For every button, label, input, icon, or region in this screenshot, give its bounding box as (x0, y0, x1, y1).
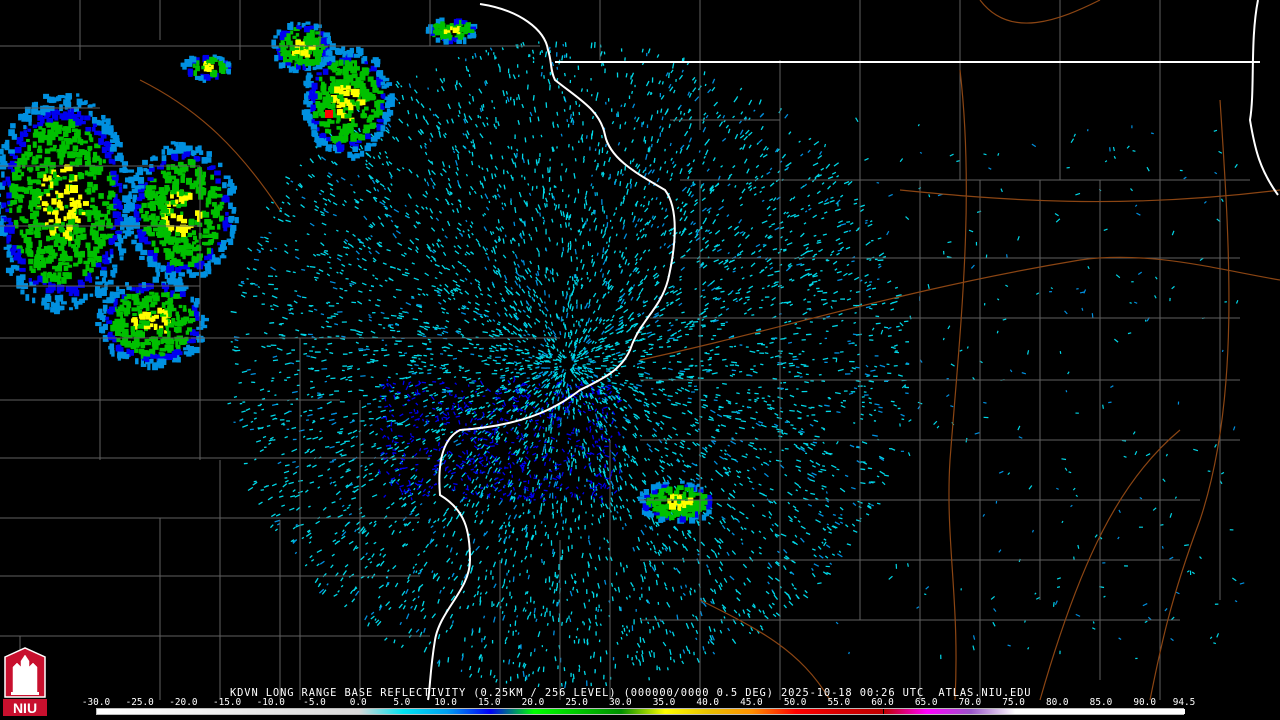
colorbar-tick-label: -15.0 (212, 697, 242, 708)
radar-site-marker (561, 358, 573, 370)
colorbar-tick-label: 45.0 (740, 697, 763, 708)
colorbar-segment (708, 709, 753, 714)
colorbar-tick-label: 5.0 (393, 697, 411, 708)
colorbar-tick-label: 20.0 (521, 697, 545, 708)
colorbar-segment (796, 709, 840, 714)
colorbar-tick-label: -25.0 (125, 697, 154, 708)
colorbar-segment (621, 709, 666, 714)
radar-map (0, 0, 1280, 720)
colorbar-tick-label: -5.0 (303, 697, 326, 708)
colorbar-segment (533, 709, 578, 714)
colorbar-tick-label: 94.5 (1172, 697, 1196, 708)
colorbar-segment (927, 709, 971, 714)
colorbar-segment (752, 709, 797, 714)
colorbar-segment (839, 709, 884, 714)
colorbar-tick-label: 10.0 (434, 697, 457, 708)
colorbar-segment (665, 709, 709, 714)
colorbar-tick-label: 40.0 (696, 697, 720, 708)
colorbar-tick-labels: -30.0 -25.0 -20.0 -15.0 -10.0 -5.0 0.0 5.0 10.0 1… (0, 698, 1280, 708)
colorbar-tick-label: 50.0 (783, 697, 807, 708)
reflectivity-colorbar (96, 708, 1185, 715)
colorbar-tick-label: 80.0 (1045, 697, 1069, 708)
colorbar-tick-label: 70.0 (958, 697, 982, 708)
colorbar-segment (970, 709, 1015, 714)
colorbar-tick-label: 30.0 (609, 697, 632, 708)
colorbar-tick-label: 75.0 (1002, 697, 1025, 708)
colorbar-segment (883, 709, 928, 714)
colorbar-segment (97, 709, 360, 714)
colorbar-tick-label: -20.0 (169, 697, 198, 708)
colorbar-tick-label: 55.0 (827, 697, 851, 708)
colorbar-segment (577, 709, 622, 714)
colorbar-segment (359, 709, 403, 714)
colorbar-segment (490, 709, 534, 714)
colorbar-tick-label: 25.0 (565, 697, 588, 708)
colorbar-segment (1014, 709, 1185, 714)
colorbar-segment (402, 709, 447, 714)
colorbar-tick-label: 0.0 (349, 697, 367, 708)
colorbar-tick-label: 35.0 (652, 697, 676, 708)
colorbar-tick-label: -10.0 (256, 697, 285, 708)
colorbar-tick-label: 15.0 (477, 697, 501, 708)
colorbar-tick-label: -30.0 (81, 697, 111, 708)
colorbar-tick-label: 90.0 (1133, 697, 1156, 708)
colorbar-tick-label: 60.0 (871, 697, 894, 708)
colorbar-tick-label: 65.0 (914, 697, 938, 708)
colorbar-segment (446, 709, 491, 714)
colorbar-tick-label: 85.0 (1089, 697, 1113, 708)
